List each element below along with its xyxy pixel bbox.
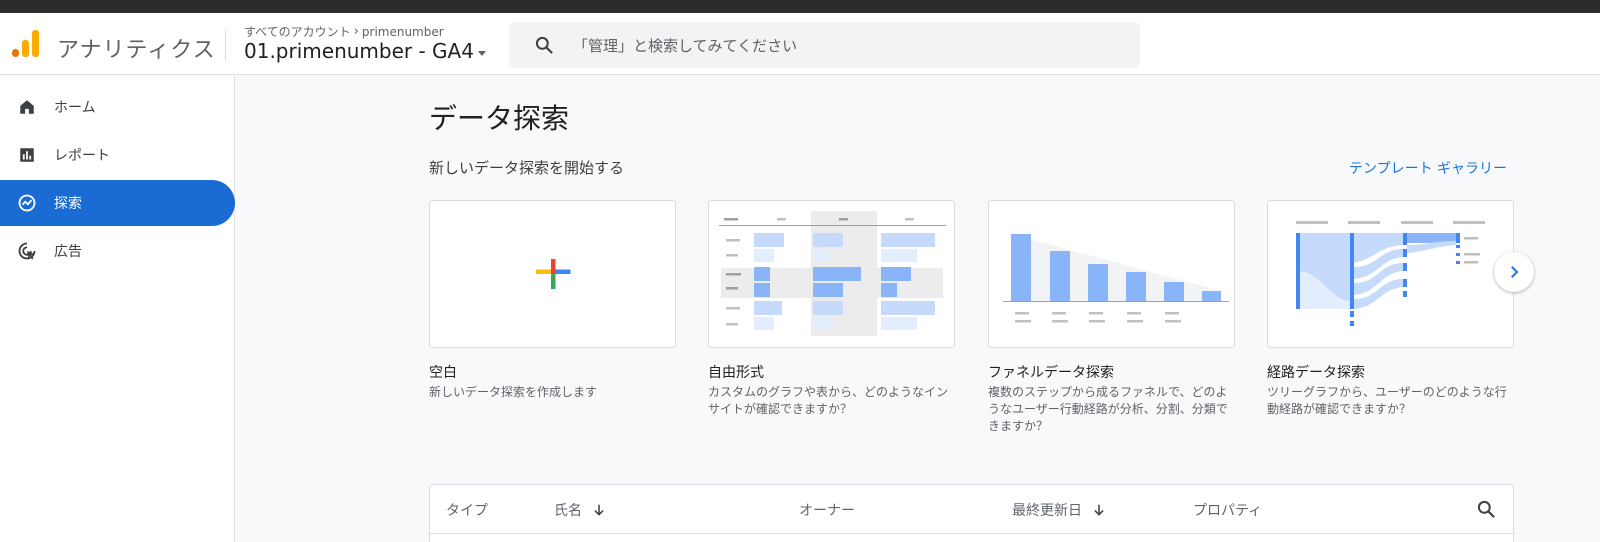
search-icon	[535, 36, 553, 54]
column-header-name[interactable]: 氏名	[554, 500, 606, 520]
sidebar-item-label: 探索	[54, 196, 82, 212]
breadcrumb-root[interactable]: すべてのアカウント	[244, 23, 351, 40]
card-description: ツリーグラフから、ユーザーのどのような行動経路が確認できますか？	[1267, 385, 1507, 416]
card-title: 空白	[429, 365, 457, 381]
card-free-form[interactable]	[708, 200, 955, 348]
sidebar-item-label: ホーム	[54, 100, 96, 116]
property-name: 01.primenumber - GA4	[244, 39, 474, 63]
sidebar-item-home[interactable]: ホーム	[0, 84, 235, 130]
column-header-property[interactable]: プロパティ	[1193, 500, 1262, 520]
top-app-bar: アナリティクス すべてのアカウント › primenumber 01.prime…	[0, 13, 1600, 75]
chevron-right-icon: ›	[353, 24, 359, 39]
column-header-label: オーナー	[799, 503, 855, 519]
table-header-divider	[430, 533, 1515, 534]
card-description: 複数のステップから成るファネルで、どのようなユーザー行動経路が分析、分割、分類で…	[988, 385, 1228, 433]
os-title-strip	[0, 0, 1600, 13]
column-header-label: タイプ	[446, 503, 488, 519]
sidebar-item-reports[interactable]: レポート	[0, 132, 235, 178]
column-header-label: 氏名	[554, 503, 582, 519]
search-bar[interactable]: 「管理」と検索してみてください	[509, 22, 1140, 68]
card-title: ファネルデータ探索	[988, 365, 1114, 381]
carousel-next-button[interactable]	[1494, 252, 1534, 292]
template-gallery-link[interactable]: テンプレート ギャラリー	[1349, 158, 1507, 178]
funnel-chart-illustration	[1003, 234, 1229, 323]
card-path[interactable]	[1267, 200, 1514, 348]
path-tree-illustration	[1296, 221, 1485, 326]
sidebar-item-label: 広告	[54, 244, 82, 260]
app-name: アナリティクス	[57, 38, 216, 63]
card-funnel[interactable]	[988, 200, 1235, 348]
caret-down-icon	[477, 50, 486, 56]
sidebar-item-explore[interactable]: 探索	[0, 180, 235, 226]
card-title: 経路データ探索	[1267, 365, 1365, 381]
explorations-table: タイプ 氏名 オーナー 最終更新日 プロパティ	[429, 484, 1515, 542]
sidebar-item-label: レポート	[54, 148, 110, 164]
sidebar-item-ads[interactable]: 広告	[0, 228, 235, 274]
column-header-label: 最終更新日	[1012, 503, 1082, 519]
card-title: 自由形式	[708, 365, 764, 381]
left-nav: ホーム レポート 探索 広告	[0, 76, 235, 542]
card-description: カスタムのグラフや表から、どのようなインサイトが確認できますか？	[708, 385, 949, 416]
card-description: 新しいデータ探索を作成します	[429, 385, 598, 399]
bar-chart-icon	[17, 145, 37, 165]
search-icon[interactable]	[1476, 499, 1496, 519]
search-input[interactable]: 「管理」と検索してみてください	[573, 35, 797, 56]
column-header-last-modified[interactable]: 最終更新日	[1012, 500, 1106, 520]
column-header-label: プロパティ	[1193, 503, 1263, 519]
page-title: データ探索	[429, 102, 570, 135]
explore-icon	[17, 193, 37, 213]
property-selector[interactable]: 01.primenumber - GA4	[244, 39, 486, 63]
analytics-logo-icon[interactable]	[12, 29, 40, 59]
plus-icon	[536, 259, 571, 289]
column-header-type[interactable]: タイプ	[446, 500, 488, 520]
breadcrumb-account[interactable]: primenumber	[362, 25, 444, 39]
breadcrumb[interactable]: すべてのアカウント › primenumber	[244, 23, 444, 40]
header-divider	[225, 29, 226, 61]
card-blank[interactable]	[429, 200, 676, 348]
home-icon	[17, 97, 37, 117]
arrow-down-icon	[1094, 504, 1104, 516]
chevron-right-icon	[1511, 266, 1519, 278]
column-header-owner[interactable]: オーナー	[799, 500, 855, 520]
section-subtitle: 新しいデータ探索を開始する	[429, 159, 625, 177]
arrow-down-icon	[594, 504, 604, 516]
ads-cursor-icon	[17, 241, 37, 261]
free-form-table-illustration	[719, 211, 946, 336]
